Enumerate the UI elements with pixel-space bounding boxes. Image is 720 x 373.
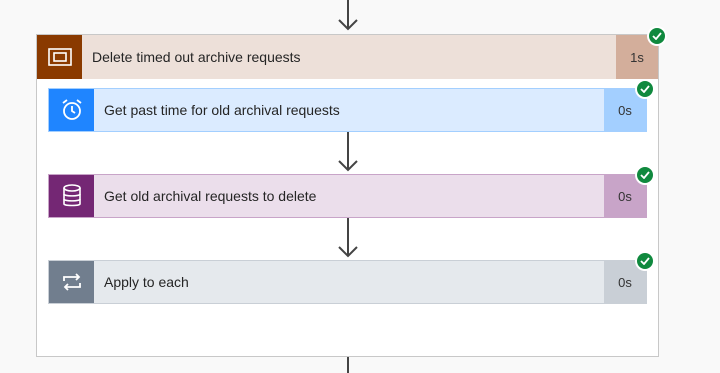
connector-bottom bbox=[347, 357, 349, 373]
action-title: Get old archival requests to delete bbox=[104, 188, 317, 204]
scope-icon bbox=[37, 35, 82, 79]
scope-header[interactable]: Delete timed out archive requests 1s bbox=[37, 35, 658, 79]
success-check-icon bbox=[637, 167, 653, 183]
action-card-apply-to-each[interactable]: Apply to each 0s bbox=[48, 260, 647, 304]
action-title: Apply to each bbox=[104, 274, 189, 290]
success-check-icon bbox=[649, 28, 665, 44]
scope-title: Delete timed out archive requests bbox=[92, 49, 301, 65]
alarm-clock-icon bbox=[49, 89, 94, 131]
action-title: Get past time for old archival requests bbox=[104, 102, 340, 118]
success-check-icon bbox=[637, 81, 653, 97]
action-card-get-past-time[interactable]: Get past time for old archival requests … bbox=[48, 88, 647, 132]
arrow-down-icon bbox=[338, 160, 358, 172]
arrow-down-icon bbox=[338, 246, 358, 258]
loop-icon bbox=[49, 261, 94, 303]
arrow-down-icon bbox=[338, 19, 358, 31]
action-card-get-old-requests[interactable]: Get old archival requests to delete 0s bbox=[48, 174, 647, 218]
success-check-icon bbox=[637, 253, 653, 269]
database-icon bbox=[49, 175, 94, 217]
